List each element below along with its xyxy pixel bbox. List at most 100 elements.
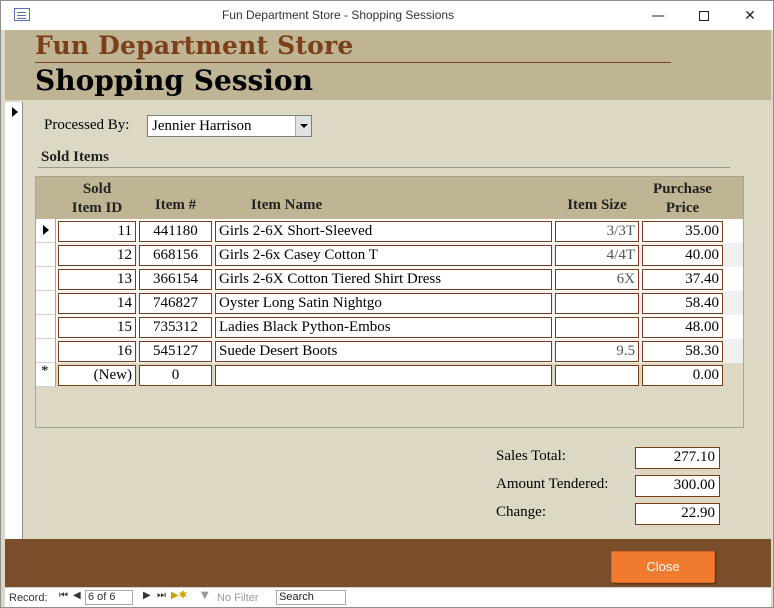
item-size-cell[interactable]: [555, 293, 639, 314]
table-row[interactable]: 12 668156 Girls 2-6x Casey Cotton T 4/4T…: [36, 243, 743, 267]
row-selector[interactable]: [36, 267, 56, 291]
col-header-line: Purchase: [653, 181, 712, 197]
item-name-cell[interactable]: Ladies Black Python-Embos: [215, 317, 552, 338]
item-name-cell[interactable]: [215, 365, 552, 386]
purchase-price-cell[interactable]: 40.00: [642, 245, 723, 266]
first-record-icon[interactable]: ⏮: [59, 590, 68, 601]
table-row[interactable]: 14 746827 Oyster Long Satin Nightgo 58.4…: [36, 291, 743, 315]
current-record-icon: [12, 107, 18, 117]
item-size-cell[interactable]: 9.5: [555, 341, 639, 362]
purchase-price-cell[interactable]: 37.40: [642, 269, 723, 290]
row-selector[interactable]: [36, 315, 56, 339]
row-selector[interactable]: [36, 339, 56, 363]
window-close-button[interactable]: ✕: [727, 1, 773, 30]
last-record-icon[interactable]: ⏭: [157, 590, 166, 601]
item-size-cell[interactable]: 3/3T: [555, 221, 639, 242]
purchase-price-cell[interactable]: 0.00: [642, 365, 723, 386]
sold-items-label: Sold Items: [41, 149, 109, 165]
purchase-price-cell[interactable]: 35.00: [642, 221, 723, 242]
change-label: Change:: [496, 504, 546, 520]
title-bar: Fun Department Store - Shopping Sessions…: [1, 1, 773, 30]
header-divider: [35, 62, 671, 63]
purchase-price-cell[interactable]: 58.30: [642, 341, 723, 362]
item-name-cell[interactable]: Suede Desert Boots: [215, 341, 552, 362]
form-title: Shopping Session: [35, 64, 313, 97]
amount-tendered-label: Amount Tendered:: [496, 476, 609, 492]
item-size-cell[interactable]: [555, 317, 639, 338]
current-record-field[interactable]: 6 of 6: [85, 590, 133, 605]
table-row[interactable]: 15 735312 Ladies Black Python-Embos 48.0…: [36, 315, 743, 339]
item-number-cell[interactable]: 746827: [139, 293, 212, 314]
item-number-cell[interactable]: 735312: [139, 317, 212, 338]
item-number-cell[interactable]: 441180: [139, 221, 212, 242]
item-name-cell[interactable]: Girls 2-6x Casey Cotton T: [215, 245, 552, 266]
item-number-cell[interactable]: 668156: [139, 245, 212, 266]
row-selector[interactable]: *: [36, 363, 56, 387]
col-header-line: Item ID: [71, 200, 123, 216]
item-number-cell[interactable]: 366154: [139, 269, 212, 290]
sold-item-id-cell[interactable]: (New): [58, 365, 136, 386]
col-header-item-number: Item #: [154, 197, 197, 213]
col-header-item-size: Item Size: [567, 197, 627, 213]
item-size-cell[interactable]: [555, 365, 639, 386]
col-header-item-name: Item Name: [250, 197, 323, 213]
sold-item-id-cell[interactable]: 11: [58, 221, 136, 242]
record-navigation-bar: Record: ⏮ ◀ 6 of 6 ▶ ⏭ ▶✱ ▼ No Filter Se…: [5, 587, 771, 607]
dropdown-arrow-icon[interactable]: [295, 116, 311, 136]
table-row[interactable]: 13 366154 Girls 2-6X Cotton Tiered Shirt…: [36, 267, 743, 291]
change-field[interactable]: 22.90: [635, 503, 720, 525]
processed-by-value: Jennier Harrison: [152, 118, 252, 134]
item-size-cell[interactable]: 4/4T: [555, 245, 639, 266]
table-row[interactable]: 16 545127 Suede Desert Boots 9.5 58.30: [36, 339, 743, 363]
amount-tendered-field[interactable]: 300.00: [635, 475, 720, 497]
search-input[interactable]: Search: [276, 590, 346, 605]
col-header-purchase-price: Purchase Price: [642, 180, 723, 218]
row-selector[interactable]: [36, 219, 56, 243]
app-window: Fun Department Store - Shopping Sessions…: [0, 0, 774, 608]
item-name-cell[interactable]: Girls 2-6X Short-Sleeved: [215, 221, 552, 242]
col-header-line: Price: [665, 200, 700, 216]
sold-item-id-cell[interactable]: 12: [58, 245, 136, 266]
item-number-cell[interactable]: 0: [139, 365, 212, 386]
purchase-price-cell[interactable]: 48.00: [642, 317, 723, 338]
window-title: Fun Department Store - Shopping Sessions: [221, 8, 455, 22]
form-footer: Close: [5, 539, 771, 587]
new-record-nav-icon[interactable]: ▶✱: [171, 590, 187, 601]
sold-item-id-cell[interactable]: 13: [58, 269, 136, 290]
purchase-price-cell[interactable]: 58.40: [642, 293, 723, 314]
sales-total-label: Sales Total:: [496, 448, 566, 464]
store-name: Fun Department Store: [35, 31, 354, 60]
sold-items-divider: [38, 167, 730, 168]
current-row-icon: [43, 225, 49, 235]
new-record-icon: *: [41, 363, 49, 379]
col-header-line: Sold: [82, 181, 112, 197]
item-name-cell[interactable]: Oyster Long Satin Nightgo: [215, 293, 552, 314]
item-name-cell[interactable]: Girls 2-6X Cotton Tiered Shirt Dress: [215, 269, 552, 290]
previous-record-icon[interactable]: ◀: [73, 590, 81, 601]
sold-item-id-cell[interactable]: 15: [58, 317, 136, 338]
minimize-button[interactable]: —: [635, 1, 681, 30]
sales-total-field[interactable]: 277.10: [635, 447, 720, 469]
row-selector[interactable]: [36, 243, 56, 267]
no-filter-toggle[interactable]: No Filter: [217, 592, 259, 604]
processed-by-combo[interactable]: Jennier Harrison: [147, 115, 312, 137]
maximize-icon: [699, 10, 709, 21]
filter-icon: ▼: [201, 590, 209, 601]
sold-item-id-cell[interactable]: 14: [58, 293, 136, 314]
record-selector[interactable]: [5, 102, 23, 539]
item-size-cell[interactable]: 6X: [555, 269, 639, 290]
table-row[interactable]: 11 441180 Girls 2-6X Short-Sleeved 3/3T …: [36, 219, 743, 243]
row-selector[interactable]: [36, 291, 56, 315]
processed-by-label: Processed By:: [44, 117, 130, 133]
new-record-row[interactable]: * (New) 0 0.00: [36, 363, 743, 387]
col-header-sold-item-id: Sold Item ID: [58, 180, 136, 218]
maximize-button[interactable]: [681, 1, 727, 30]
next-record-icon[interactable]: ▶: [143, 590, 151, 601]
close-button[interactable]: Close: [611, 551, 715, 583]
sold-items-subform: Sold Item ID Item # Item Name Item Size …: [35, 176, 744, 428]
item-number-cell[interactable]: 545127: [139, 341, 212, 362]
form-header: Fun Department Store Shopping Session: [5, 30, 771, 100]
subform-header: Sold Item ID Item # Item Name Item Size …: [36, 177, 743, 219]
sold-item-id-cell[interactable]: 16: [58, 341, 136, 362]
record-label: Record:: [9, 592, 48, 604]
